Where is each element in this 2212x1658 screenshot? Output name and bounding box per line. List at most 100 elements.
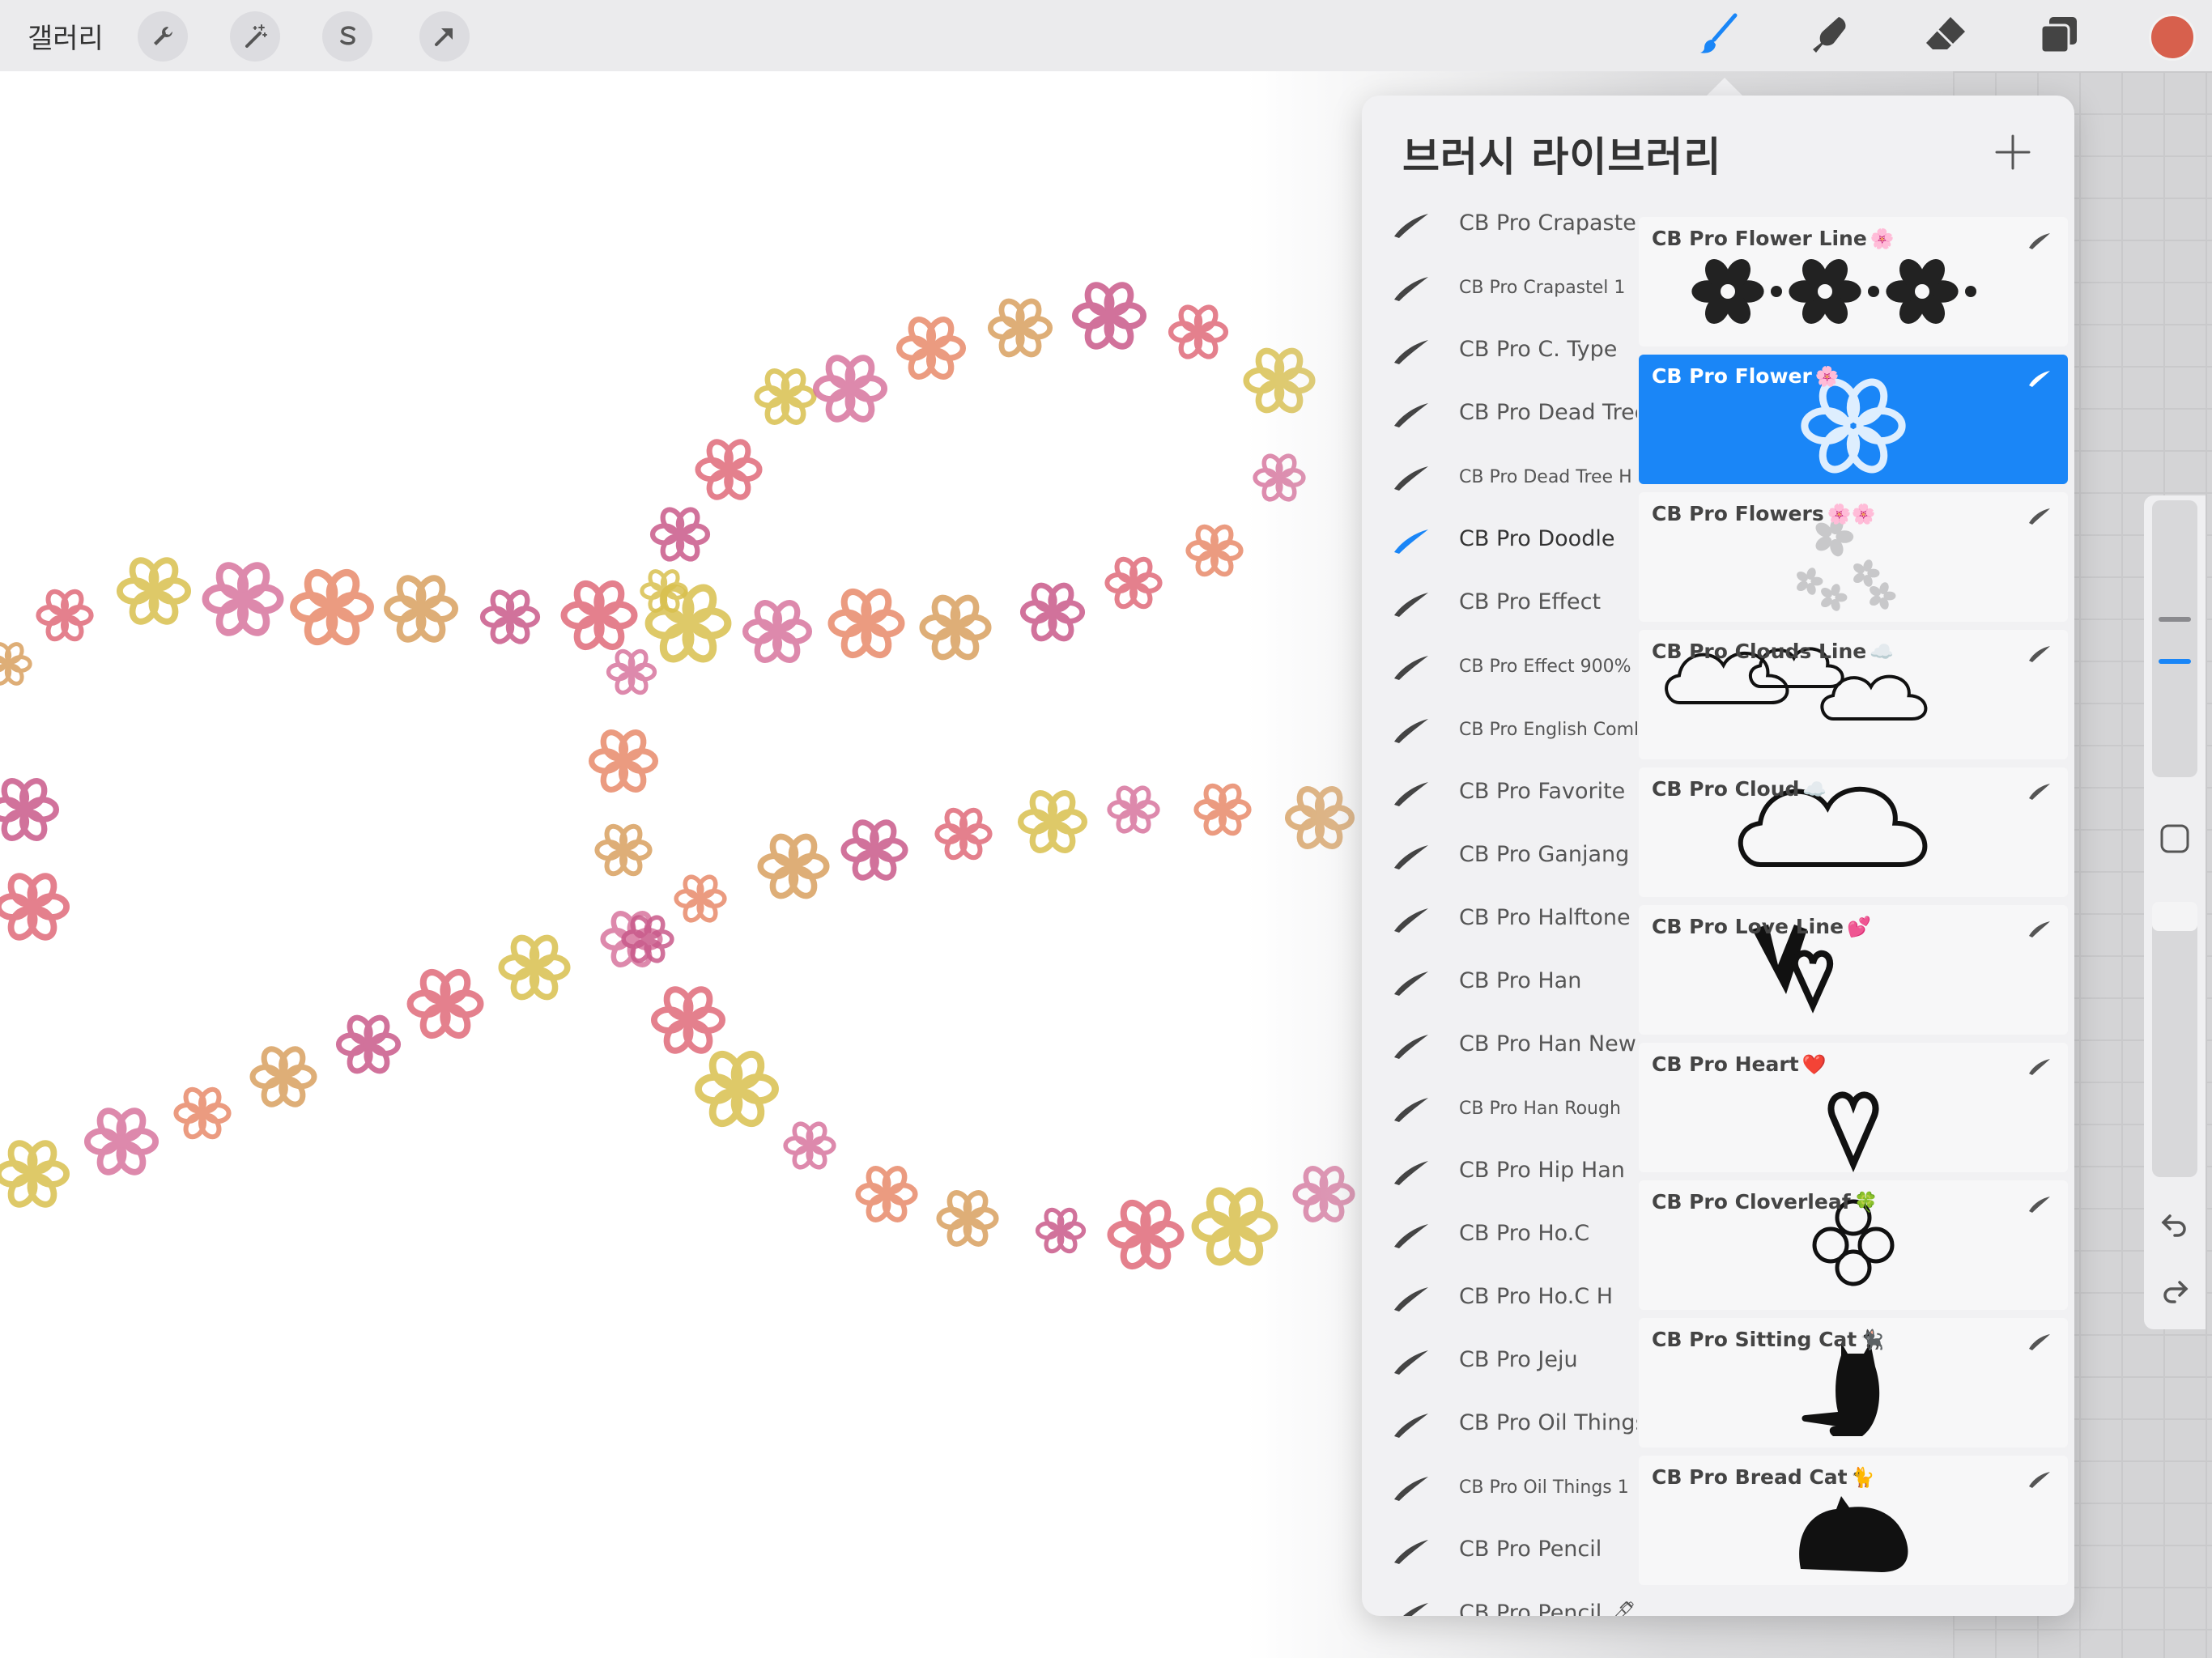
redo-icon[interactable] xyxy=(2155,1271,2194,1310)
brush-set-item[interactable]: CB Pro Dead Tree xyxy=(1362,382,1637,445)
flower-doodle xyxy=(83,1107,160,1175)
brush-set-item[interactable]: CB Pro Crapastel xyxy=(1362,193,1637,256)
flower-doodle xyxy=(783,1121,836,1170)
brush-stroke-icon xyxy=(1391,463,1431,492)
plus-icon[interactable] xyxy=(1990,130,2035,175)
brush-set-item[interactable]: CB Pro Oil Things xyxy=(1362,1392,1637,1456)
layers-icon[interactable] xyxy=(2032,8,2086,62)
brush-card[interactable]: CB Pro Sitting Cat 🐈‍⬛ xyxy=(1639,1318,2068,1448)
brush-set-list[interactable]: CB Pro Crapastel CB Pro Crapastel 1 CB Pro… xyxy=(1362,193,1637,1616)
brush-set-item[interactable]: CB Pro Pencil 🖊 xyxy=(1362,1582,1637,1616)
brush-set-label: CB Pro Effect xyxy=(1459,589,1602,614)
actions-wrench-icon[interactable] xyxy=(138,11,188,62)
brush-list[interactable]: CB Pro Flower Line 🌸 CB Pro Flower 🌸 CB Pro … xyxy=(1639,217,2068,1616)
brush-set-item[interactable]: CB Pro Effect xyxy=(1362,572,1637,635)
brush-card[interactable]: CB Pro Flower 🌸 xyxy=(1639,355,2068,484)
opacity-slider-thumb[interactable] xyxy=(2152,902,2197,931)
brush-set-item[interactable]: CB Pro Ho.C H xyxy=(1362,1266,1637,1329)
size-slider-tick xyxy=(2159,617,2191,622)
brush-type-icon xyxy=(2027,1057,2052,1075)
brush-emoji: 🌸🌸 xyxy=(1827,503,1876,525)
flower-doodle xyxy=(0,873,70,941)
flower-doodle xyxy=(987,298,1053,358)
brush-card[interactable]: CB Pro Flowers 🌸🌸 xyxy=(1639,492,2068,622)
flower-doodle xyxy=(695,1050,779,1128)
flower-doodle xyxy=(36,589,94,642)
flower-doodle xyxy=(895,317,967,380)
brush-set-item[interactable]: CB Pro Ganjang xyxy=(1362,824,1637,887)
brush-name-text: CB Pro Cloud xyxy=(1652,777,1800,801)
adjustments-wand-icon[interactable] xyxy=(230,11,280,62)
brush-set-item[interactable]: CB Pro Jeju xyxy=(1362,1329,1637,1392)
brush-set-item[interactable]: CB Pro Ho.C xyxy=(1362,1203,1637,1266)
size-slider-thumb[interactable] xyxy=(2159,659,2191,664)
opacity-slider[interactable] xyxy=(2152,902,2197,1177)
brush-stroke-icon xyxy=(1391,1347,1431,1376)
brush-set-label: CB Pro Hip Han xyxy=(1459,1158,1625,1183)
flower-doodle xyxy=(406,969,484,1039)
brush-set-item[interactable]: CB Pro Crapastel 1 xyxy=(1362,256,1637,319)
brush-set-label: CB Pro Dead Tree H xyxy=(1459,467,1632,487)
top-toolbar: 갤러리 xyxy=(0,0,2212,71)
brush-set-label: CB Pro Ganjang xyxy=(1459,842,1630,867)
brush-set-item[interactable]: CB Pro C. Type xyxy=(1362,319,1637,382)
flower-doodle xyxy=(742,600,813,663)
transform-arrow-icon[interactable] xyxy=(419,11,470,62)
brush-stroke-icon xyxy=(1391,653,1431,682)
brush-type-icon xyxy=(2027,1195,2052,1213)
paint-brush-icon[interactable] xyxy=(1692,8,1746,62)
brush-set-item[interactable]: CB Pro Dead Tree H xyxy=(1362,445,1637,508)
brush-card[interactable]: CB Pro Heart ❤️ xyxy=(1639,1043,2068,1172)
brush-name: CB Pro Flower 🌸 xyxy=(1652,364,1840,388)
selection-s-icon[interactable] xyxy=(322,11,372,62)
brush-set-item[interactable]: CB Pro Pencil xyxy=(1362,1519,1637,1582)
brush-name-text: CB Pro Cloverleaf xyxy=(1652,1190,1851,1214)
brush-set-item[interactable]: CB Pro Han New xyxy=(1362,1014,1637,1077)
brush-name: CB Pro Flowers 🌸🌸 xyxy=(1652,502,1876,525)
brush-emoji: 💕 xyxy=(1846,916,1871,938)
brush-set-item[interactable]: CB Pro Hip Han xyxy=(1362,1140,1637,1203)
flower-doodle xyxy=(498,934,571,1001)
brush-card[interactable]: CB Pro Cloud ☁️ xyxy=(1639,767,2068,897)
brush-stroke-icon xyxy=(1391,905,1431,934)
flower-doodle xyxy=(1035,1207,1087,1254)
flower-doodle xyxy=(383,575,459,643)
brush-card[interactable]: CB Pro Love Line 💕 xyxy=(1639,905,2068,1035)
brush-set-item[interactable]: CB Pro Oil Things 1 xyxy=(1362,1456,1637,1519)
flower-doodle xyxy=(812,355,888,423)
brush-set-label: CB Pro Doodle xyxy=(1459,526,1615,551)
brush-card[interactable]: CB Pro Cloverleaf 🍀 xyxy=(1639,1180,2068,1310)
brush-set-item[interactable]: CB Pro Effect 900% xyxy=(1362,635,1637,698)
eraser-icon[interactable] xyxy=(1919,8,1972,62)
brush-library-panel: 브러시 라이브러리 CB Pro Crapastel CB Pro Crapast… xyxy=(1362,96,2074,1616)
brush-name-text: CB Pro Sitting Cat xyxy=(1652,1328,1857,1351)
brush-emoji: 🐈 xyxy=(1850,1466,1875,1489)
brush-stroke-icon xyxy=(1391,400,1431,429)
brush-set-item[interactable]: CB Pro English Comb xyxy=(1362,698,1637,761)
gallery-button[interactable]: 갤러리 xyxy=(28,16,104,56)
brush-set-item[interactable]: CB Pro Han Rough xyxy=(1362,1077,1637,1140)
undo-icon[interactable] xyxy=(2155,1205,2194,1244)
flower-doodle xyxy=(1019,582,1086,642)
color-picker-swatch[interactable] xyxy=(2149,14,2196,61)
brush-set-item[interactable]: CB Pro Favorite xyxy=(1362,761,1637,824)
brush-emoji: ❤️ xyxy=(1802,1053,1827,1076)
side-controls-bar xyxy=(2144,495,2206,1329)
panel-pointer xyxy=(1705,78,1744,97)
brush-set-item[interactable]: CB Pro Han xyxy=(1362,950,1637,1014)
smudge-icon[interactable] xyxy=(1804,8,1857,62)
brush-card[interactable]: CB Pro Clouds Line ☁️ xyxy=(1639,630,2068,759)
flower-doodle xyxy=(335,1014,402,1074)
brush-size-slider[interactable] xyxy=(2152,500,2197,777)
brush-set-item[interactable]: CB Pro Doodle xyxy=(1362,508,1637,572)
brush-card[interactable]: CB Pro Bread Cat 🐈 xyxy=(1639,1456,2068,1585)
brush-card[interactable]: CB Pro Flower Line 🌸 xyxy=(1639,217,2068,346)
flower-doodle xyxy=(1185,524,1244,577)
square-modify-icon[interactable] xyxy=(2155,819,2194,858)
brush-set-item[interactable]: CB Pro Halftone xyxy=(1362,887,1637,950)
brush-emoji: 🌸 xyxy=(1814,365,1840,388)
brush-stroke-icon xyxy=(1391,589,1431,619)
flower-doodle xyxy=(934,807,993,861)
flower-doodle xyxy=(1168,304,1229,359)
flower-doodle xyxy=(649,507,711,562)
